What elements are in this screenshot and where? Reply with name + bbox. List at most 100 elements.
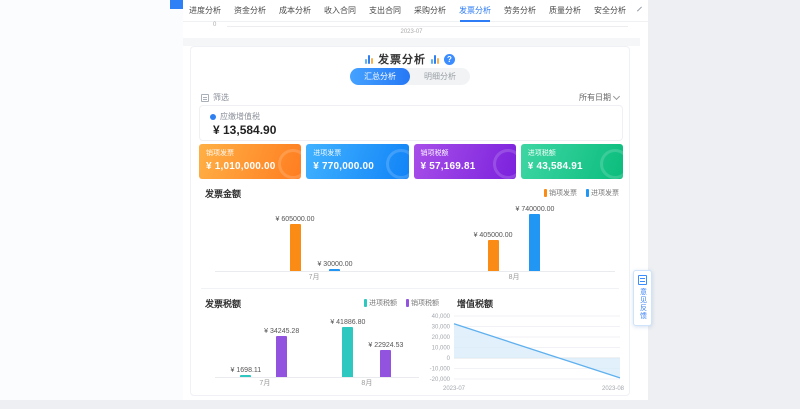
nav-tab[interactable]: 劳务分析: [504, 0, 536, 22]
nav-tab[interactable]: 成本分析: [279, 0, 311, 22]
app-window: 进度分析资金分析成本分析收入合同支出合同采购分析发票分析劳务分析质量分析安全分析…: [0, 0, 648, 400]
nav-tabs: 进度分析资金分析成本分析收入合同支出合同采购分析发票分析劳务分析质量分析安全分析: [183, 0, 648, 22]
axis-tick: 0: [213, 22, 216, 28]
axis-label: 2023-07: [183, 29, 640, 35]
bar-value-label: ¥ 30000.00: [317, 261, 352, 268]
nav-tab[interactable]: 安全分析: [594, 0, 626, 22]
stat-card: 进项发票¥ 770,000.00: [306, 144, 408, 179]
stat-card-watermark-icon: [600, 149, 623, 179]
bar-plot: ¥ 605000.00¥ 30000.007月¥ 405000.00¥ 7400…: [215, 203, 615, 272]
nav-tab[interactable]: 支出合同: [369, 0, 401, 22]
invoice-analysis-section: 发票分析 ? 汇总分析明细分析 筛选 所有日期 应缴增值税: [190, 46, 630, 396]
nav-tab-active[interactable]: 发票分析: [459, 0, 491, 22]
bar: ¥ 41886.80: [330, 319, 365, 377]
filter-label: 筛选: [213, 92, 229, 103]
stat-card: 进项税额¥ 43,584.91: [521, 144, 623, 179]
bar-group: ¥ 605000.00¥ 30000.007月: [276, 216, 353, 271]
bar: ¥ 22924.53: [368, 342, 403, 377]
y-axis-tick: 10,000: [432, 346, 451, 352]
x-axis-tick: 2023-07: [443, 386, 466, 392]
bar-rect: [342, 327, 353, 377]
nav-tab[interactable]: 采购分析: [414, 0, 446, 22]
legend-mark: [586, 189, 589, 197]
bar-value-label: ¥ 34245.28: [264, 328, 299, 335]
bar: ¥ 1698.11: [231, 367, 262, 377]
page-title: 发票分析: [378, 51, 426, 67]
chevron-down-icon[interactable]: [637, 7, 642, 12]
chevron-down-icon: [613, 93, 620, 100]
legend-mark: [364, 299, 367, 307]
bar-value-label: ¥ 605000.00: [276, 216, 315, 223]
kpi-dot-icon: [210, 114, 216, 120]
category-label: 8月: [509, 272, 520, 282]
nav-tab[interactable]: 资金分析: [234, 0, 266, 22]
y-axis-tick: 0: [447, 356, 451, 362]
legend-item[interactable]: 进项发票: [586, 188, 619, 198]
scrolled-chart-tail: 0 2023-07: [183, 22, 640, 38]
bar-rect: [329, 269, 340, 271]
bar-group: ¥ 405000.00¥ 740000.008月: [474, 206, 555, 271]
y-axis-tick: -10,000: [430, 367, 451, 373]
bar: ¥ 34245.28: [264, 328, 299, 377]
bar: ¥ 405000.00: [474, 232, 513, 271]
legend-item[interactable]: 销项发票: [544, 188, 577, 198]
bar-rect: [380, 350, 391, 377]
view-tab[interactable]: 明细分析: [410, 68, 470, 85]
invoice-amount-chart: 发票金额 销项发票进项发票 ¥ 605000.00¥ 30000.007月¥ 4…: [199, 185, 623, 285]
stat-card-watermark-icon: [386, 149, 409, 179]
feedback-float-button[interactable]: 意见反馈: [633, 270, 652, 326]
legend-item[interactable]: 进项税额: [364, 298, 397, 308]
bar-value-label: ¥ 405000.00: [474, 232, 513, 239]
chart-deco-icon: [365, 55, 373, 64]
vat-amount-chart: 增值税额 40,00030,00020,00010,0000-10,000-20…: [426, 295, 629, 395]
bar-value-label: ¥ 22924.53: [368, 342, 403, 349]
stat-card-watermark-icon: [278, 149, 301, 179]
filter-icon: [201, 94, 209, 102]
nav-tab[interactable]: 收入合同: [324, 0, 356, 22]
y-axis-tick: 30,000: [432, 325, 451, 331]
chart-divider: [201, 288, 619, 289]
section-divider: [183, 38, 640, 46]
chart-deco-icon: [431, 55, 439, 64]
view-toggle: 汇总分析明细分析: [350, 68, 470, 85]
chart-legend: 销项发票进项发票: [544, 188, 619, 198]
bar-rect: [488, 240, 499, 271]
view-tab-active[interactable]: 汇总分析: [350, 68, 410, 85]
chart-title: 发票税额: [205, 297, 241, 310]
stat-card-watermark-icon: [493, 149, 516, 179]
card-icon: [638, 275, 647, 285]
kpi-label: 应缴增值税: [220, 111, 260, 122]
chart-title: 发票金额: [205, 187, 241, 200]
kpi-value: ¥ 13,584.90: [213, 123, 276, 137]
date-range-selector[interactable]: 所有日期: [579, 92, 619, 103]
x-axis-tick: 2023-08: [602, 386, 625, 392]
page-root: 进度分析资金分析成本分析收入合同支出合同采购分析发票分析劳务分析质量分析安全分析…: [0, 0, 800, 409]
nav-tab[interactable]: 质量分析: [549, 0, 581, 22]
nav-tab[interactable]: 进度分析: [189, 0, 221, 22]
category-label: 8月: [361, 378, 372, 388]
help-icon[interactable]: ?: [444, 54, 455, 65]
bar-rect: [290, 224, 301, 271]
stat-card: 销项税额¥ 57,169.81: [414, 144, 516, 179]
stat-cards-row: 销项发票¥ 1,010,000.00进项发票¥ 770,000.00销项税额¥ …: [199, 144, 623, 179]
left-gutter: [0, 0, 183, 400]
bar: ¥ 605000.00: [276, 216, 315, 271]
bar-value-label: ¥ 740000.00: [516, 206, 555, 213]
category-label: 7月: [259, 378, 270, 388]
bar: ¥ 30000.00: [317, 261, 352, 271]
filter-button[interactable]: 筛选: [201, 92, 229, 103]
section-header: 发票分析 ?: [191, 51, 629, 67]
invoice-tax-chart: 发票税额 进项税额销项税额 ¥ 1698.11¥ 34245.287月¥ 418…: [199, 295, 443, 391]
bar-plot: ¥ 1698.11¥ 34245.287月¥ 41886.80¥ 22924.5…: [215, 311, 419, 378]
bar-group: ¥ 1698.11¥ 34245.287月: [231, 328, 300, 377]
vat-line-svg: 40,00030,00020,00010,0000-10,000-20,0002…: [426, 308, 629, 395]
stat-card: 销项发票¥ 1,010,000.00: [199, 144, 301, 179]
y-axis-tick: 20,000: [432, 335, 451, 341]
legend-mark: [406, 299, 409, 307]
bar-rect: [276, 336, 287, 377]
date-range-label: 所有日期: [579, 92, 611, 103]
bar-value-label: ¥ 41886.80: [330, 319, 365, 326]
feedback-float-label: 意见反馈: [638, 288, 648, 320]
filter-row: 筛选 所有日期: [201, 91, 619, 104]
y-axis-tick: -20,000: [430, 377, 451, 383]
